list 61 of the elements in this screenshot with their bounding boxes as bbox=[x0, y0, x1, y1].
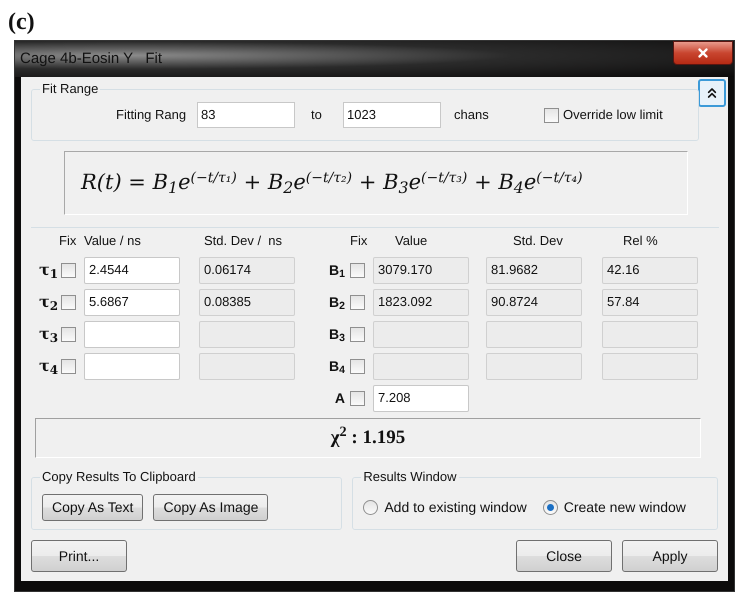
parameter-label: τ$_{2}$ bbox=[39, 291, 60, 314]
input-field[interactable]: 83 bbox=[197, 102, 295, 128]
checkbox[interactable] bbox=[544, 108, 559, 122]
column-header: Std. Dev / ns bbox=[204, 232, 282, 250]
window-close-button[interactable] bbox=[673, 41, 733, 65]
column-header: Std. Dev bbox=[513, 232, 564, 250]
column-header: Fix bbox=[59, 232, 78, 250]
close-icon bbox=[696, 46, 710, 60]
figure-label: (c) bbox=[7, 8, 36, 37]
checkbox-label: Override low limit bbox=[563, 106, 663, 124]
print-button[interactable]: Print... bbox=[31, 540, 127, 572]
value-field[interactable] bbox=[84, 352, 180, 380]
parameter-label: τ$_{1}$ bbox=[39, 259, 60, 282]
formula: R(t) = B$_{1}$ e$^{(−t/τ₁)}$ + B$_{2}$e$^{(−t/τ₂)}$ + B$_{3}$e$^{(−t/τ₃)}$ + B$_{4}$e$^{(−t/τ₄)}$ bbox=[64, 151, 688, 215]
parameter-label: τ$_{3}$ bbox=[39, 323, 60, 346]
radio-label: Add to existing window bbox=[384, 498, 527, 517]
fix-checkbox[interactable] bbox=[350, 262, 365, 278]
value-field[interactable]: 7.208 bbox=[373, 384, 469, 412]
parameter-label: B$_{3}$ bbox=[328, 324, 346, 344]
parameter-label: B$_{4}$ bbox=[328, 356, 346, 376]
unit-label: chans bbox=[454, 106, 490, 124]
copy-button[interactable]: Copy As Text bbox=[42, 494, 144, 521]
radio-button[interactable] bbox=[363, 500, 378, 515]
column-header: Value bbox=[395, 232, 428, 250]
input-field[interactable]: 1023 bbox=[343, 102, 441, 128]
parameter-label: A bbox=[334, 388, 346, 408]
apply-button[interactable]: Apply bbox=[622, 540, 718, 572]
value-field[interactable] bbox=[84, 320, 180, 348]
parameter-label: B$_{1}$ bbox=[328, 260, 346, 280]
chi-squared-value: χ$^{2}$ : 1.195 bbox=[330, 424, 406, 450]
parameter-label: τ$_{4}$ bbox=[39, 355, 60, 378]
column-header: Fix bbox=[350, 232, 368, 250]
collapse-button[interactable] bbox=[698, 79, 726, 107]
radio-label: Create new window bbox=[564, 498, 686, 517]
value-field: 1823.092 bbox=[373, 288, 469, 316]
rel-percent-field: 42.16 bbox=[602, 256, 698, 284]
copy-button[interactable]: Copy As Image bbox=[153, 494, 268, 521]
field-label: Fitting Rang bbox=[116, 106, 188, 124]
fix-checkbox[interactable] bbox=[350, 326, 365, 342]
fix-checkbox[interactable] bbox=[61, 262, 76, 278]
fix-checkbox[interactable] bbox=[61, 294, 76, 310]
field-label: to bbox=[311, 106, 323, 124]
fix-checkbox[interactable] bbox=[350, 358, 365, 374]
fix-checkbox[interactable] bbox=[350, 390, 365, 406]
radio-button[interactable] bbox=[542, 500, 558, 515]
parameter-label: B$_{2}$ bbox=[328, 292, 346, 312]
value-field[interactable]: 2.4544 bbox=[84, 256, 180, 284]
close-button[interactable]: Close bbox=[516, 540, 612, 572]
value-field[interactable]: 5.6867 bbox=[84, 288, 180, 316]
std-dev-field: 90.8724 bbox=[486, 288, 582, 316]
fix-checkbox[interactable] bbox=[61, 326, 76, 342]
value-field: 3079.170 bbox=[373, 256, 469, 284]
window-title: Cage 4b-Eosin Y Fit bbox=[19, 48, 162, 69]
std-dev-field: 0.08385 bbox=[199, 288, 295, 316]
std-dev-field: 0.06174 bbox=[199, 256, 295, 284]
rel-percent-field: 57.84 bbox=[602, 288, 698, 316]
fix-checkbox[interactable] bbox=[350, 294, 365, 310]
std-dev-field: 81.9682 bbox=[486, 256, 582, 284]
column-header: Value / ns bbox=[84, 232, 142, 250]
fix-checkbox[interactable] bbox=[61, 358, 76, 374]
column-header: Rel % bbox=[623, 232, 658, 250]
